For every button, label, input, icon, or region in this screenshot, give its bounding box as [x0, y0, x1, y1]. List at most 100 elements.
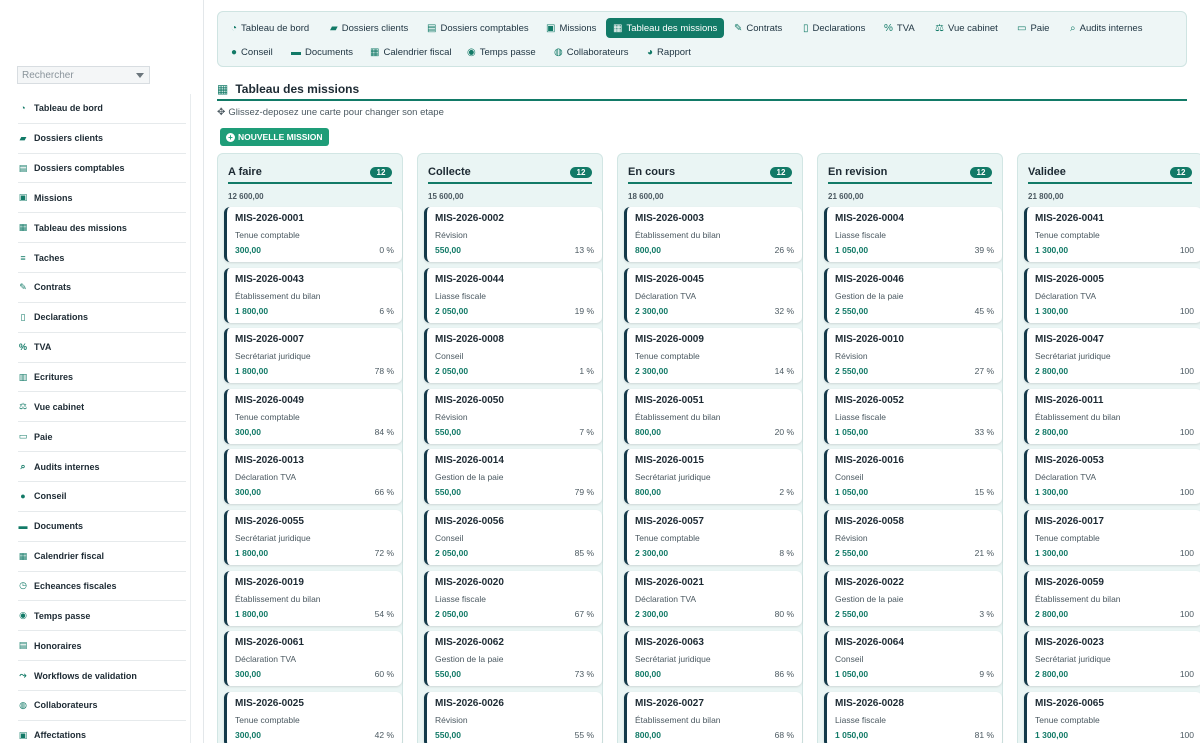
- sidebar-item-documents[interactable]: ▬ Documents: [18, 512, 186, 542]
- mission-card[interactable]: MIS-2026-0025 Tenue comptable 300,00 42 %: [224, 691, 402, 743]
- tab-vue-cabinet[interactable]: ⚖ Vue cabinet: [928, 18, 1005, 38]
- sidebar-item-dossiers-clients[interactable]: ▰ Dossiers clients: [18, 124, 186, 154]
- mission-card[interactable]: MIS-2026-0053 Déclaration TVA 1 300,00 100: [1024, 449, 1200, 505]
- mission-card[interactable]: MIS-2026-0023 Secrétariat juridique 2 800,…: [1024, 631, 1200, 687]
- sidebar-item-tva[interactable]: % TVA: [18, 333, 186, 363]
- mission-card[interactable]: MIS-2026-0055 Secrétariat juridique 1 800,…: [224, 510, 402, 565]
- mission-card[interactable]: MIS-2026-0005 Déclaration TVA 1 300,00 100: [1024, 267, 1200, 323]
- mission-type: Liasse fiscale: [435, 593, 487, 604]
- workflow-icon: ⤳: [19, 670, 27, 681]
- sidebar-item-ecritures[interactable]: ▥ Ecritures: [18, 363, 186, 393]
- mission-card[interactable]: MIS-2026-0052 Liasse fiscale 1 050,00 33 %: [824, 388, 1002, 444]
- mission-card[interactable]: MIS-2026-0046 Gestion de la paie 2 550,00 4…: [824, 267, 1002, 323]
- mission-type: Tenue comptable: [1035, 230, 1100, 240]
- mission-card[interactable]: MIS-2026-0010 Révision 2 550,00 27 %: [824, 328, 1002, 384]
- sidebar-item-declarations[interactable]: ▯ Declarations: [18, 303, 186, 333]
- sidebar-item-paie[interactable]: ▭ Paie: [18, 422, 186, 453]
- sidebar-item-taches[interactable]: ≡ Taches: [18, 243, 186, 274]
- mission-card[interactable]: MIS-2026-0001 Tenue comptable 300,00 0 %: [224, 207, 402, 262]
- sidebar-item-workflows-de-validation[interactable]: ⤳ Workflows de validation: [18, 661, 186, 691]
- search-icon: ⌕: [1070, 22, 1076, 34]
- sidebar: Rechercher ◔ Tableau de bord ▰ Dossiers cli…: [0, 0, 204, 743]
- sidebar-item-dossiers-comptables[interactable]: ▤ Dossiers comptables: [18, 154, 186, 184]
- sidebar-item-vue-cabinet[interactable]: ⚖ Vue cabinet: [18, 393, 186, 423]
- tab-tableau-des-missions[interactable]: ▦ Tableau des missions: [606, 18, 725, 38]
- sidebar-item-affectations[interactable]: ▣ Affectations: [18, 721, 186, 743]
- tab-documents[interactable]: ▬ Documents: [284, 42, 360, 62]
- mission-card[interactable]: MIS-2026-0063 Secrétariat juridique 800,00…: [624, 631, 802, 687]
- new-mission-button[interactable]: + NOUVELLE MISSION: [220, 128, 329, 146]
- mission-card[interactable]: MIS-2026-0065 Tenue comptable 1 300,00 100: [1024, 691, 1200, 743]
- tab-declarations[interactable]: ▯ Declarations: [796, 18, 872, 38]
- mission-id: MIS-2026-0047: [1035, 334, 1104, 346]
- mission-card[interactable]: MIS-2026-0011 Établissement du bilan 2 800…: [1024, 388, 1200, 444]
- tab-dossiers-comptables[interactable]: ▤ Dossiers comptables: [420, 18, 536, 38]
- mission-card[interactable]: MIS-2026-0027 Établissement du bilan 800,0…: [624, 691, 802, 743]
- tab-tableau-de-bord[interactable]: ◔ Tableau de bord: [224, 18, 316, 38]
- tab-collaborateurs[interactable]: ◍ Collaborateurs: [547, 42, 636, 62]
- mission-card[interactable]: MIS-2026-0051 Établissement du bilan 800,0…: [624, 388, 802, 444]
- tab-contrats[interactable]: ✎ Contrats: [727, 18, 789, 38]
- mission-card[interactable]: MIS-2026-0047 Secrétariat juridique 2 800,…: [1024, 328, 1200, 384]
- mission-id: MIS-2026-0007: [235, 334, 304, 346]
- mission-card[interactable]: MIS-2026-0064 Conseil 1 050,00 9 %: [824, 631, 1002, 687]
- tab-temps-passe[interactable]: ◉ Temps passe: [460, 42, 543, 62]
- mission-card[interactable]: MIS-2026-0008 Conseil 2 050,00 1 %: [424, 328, 602, 384]
- top-nav: ◔ Tableau de bord ▰ Dossiers clients ▤ Dossie…: [217, 11, 1187, 67]
- sidebar-item-echeances-fiscales[interactable]: ◷ Echeances fiscales: [18, 572, 186, 602]
- mission-card[interactable]: MIS-2026-0022 Gestion de la paie 2 550,00 3…: [824, 570, 1002, 626]
- sidebar-item-temps-passe[interactable]: ◉ Temps passe: [18, 601, 186, 632]
- mission-card[interactable]: MIS-2026-0019 Établissement du bilan 1 800…: [224, 570, 402, 626]
- mission-card[interactable]: MIS-2026-0007 Secrétariat juridique 1 800,…: [224, 328, 402, 384]
- tab-dossiers-clients[interactable]: ▰ Dossiers clients: [323, 18, 415, 38]
- mission-card[interactable]: MIS-2026-0059 Établissement du bilan 2 800…: [1024, 570, 1200, 626]
- mission-progress: 54 %: [374, 608, 394, 619]
- mission-progress: 26 %: [774, 245, 794, 255]
- mission-card[interactable]: MIS-2026-0004 Liasse fiscale 1 050,00 39 %: [824, 207, 1002, 262]
- tab-label: Collaborateurs: [566, 46, 629, 58]
- search-select[interactable]: Rechercher: [17, 66, 150, 84]
- tab-missions[interactable]: ▣ Missions: [539, 18, 603, 38]
- mission-card[interactable]: MIS-2026-0057 Tenue comptable 2 300,00 8 %: [624, 510, 802, 565]
- sidebar-item-contrats[interactable]: ✎ Contrats: [18, 273, 186, 303]
- sidebar-item-honoraires[interactable]: ▤ Honoraires: [18, 631, 186, 662]
- mission-card[interactable]: MIS-2026-0003 Établissement du bilan 800,0…: [624, 207, 802, 262]
- mission-card[interactable]: MIS-2026-0026 Révision 550,00 55 %: [424, 691, 602, 743]
- tab-paie[interactable]: ▭ Paie: [1010, 18, 1056, 38]
- mission-card[interactable]: MIS-2026-0062 Gestion de la paie 550,00 73 …: [424, 631, 602, 687]
- mission-card[interactable]: MIS-2026-0016 Conseil 1 050,00 15 %: [824, 449, 1002, 505]
- mission-card[interactable]: MIS-2026-0044 Liasse fiscale 2 050,00 19 %: [424, 267, 602, 323]
- mission-card[interactable]: MIS-2026-0056 Conseil 2 050,00 85 %: [424, 510, 602, 565]
- mission-card[interactable]: MIS-2026-0061 Déclaration TVA 300,00 60 %: [224, 631, 402, 687]
- sidebar-item-calendrier-fiscal[interactable]: ▦ Calendrier fiscal: [18, 542, 186, 572]
- tab-tva[interactable]: % TVA: [877, 18, 922, 38]
- tab-conseil[interactable]: ● Conseil: [224, 42, 280, 62]
- mission-card[interactable]: MIS-2026-0043 Établissement du bilan 1 800…: [224, 267, 402, 323]
- tab-calendrier-fiscal[interactable]: ▦ Calendrier fiscal: [363, 42, 459, 62]
- sidebar-item-collaborateurs[interactable]: ◍ Collaborateurs: [18, 691, 186, 721]
- mission-card[interactable]: MIS-2026-0058 Révision 2 550,00 21 %: [824, 510, 1002, 565]
- mission-card[interactable]: MIS-2026-0002 Révision 550,00 13 %: [424, 207, 602, 262]
- sidebar-item-label: Ecritures: [34, 372, 74, 383]
- mission-card[interactable]: MIS-2026-0017 Tenue comptable 1 300,00 100: [1024, 510, 1200, 565]
- sidebar-item-tableau-des-missions[interactable]: ▦ Tableau des missions: [18, 213, 186, 244]
- sidebar-item-conseil[interactable]: ● Conseil: [18, 482, 186, 512]
- tab-audits-internes[interactable]: ⌕ Audits internes: [1063, 18, 1149, 38]
- mission-amount: 2 050,00: [435, 548, 469, 558]
- sidebar-item-audits-internes[interactable]: ⌕ Audits internes: [18, 452, 186, 482]
- mission-card[interactable]: MIS-2026-0015 Secrétariat juridique 800,00…: [624, 449, 802, 505]
- mission-card[interactable]: MIS-2026-0028 Liasse fiscale 1 050,00 81 %: [824, 691, 1002, 743]
- mission-card[interactable]: MIS-2026-0014 Gestion de la paie 550,00 79 …: [424, 449, 602, 505]
- mission-card[interactable]: MIS-2026-0050 Révision 550,00 7 %: [424, 388, 602, 444]
- mission-card[interactable]: MIS-2026-0009 Tenue comptable 2 300,00 14 %: [624, 328, 802, 384]
- mission-card[interactable]: MIS-2026-0049 Tenue comptable 300,00 84 %: [224, 388, 402, 444]
- sidebar-item-missions[interactable]: ▣ Missions: [18, 184, 186, 214]
- tab-rapport[interactable]: ◕ Rapport: [640, 42, 698, 62]
- mission-type: Tenue comptable: [235, 230, 300, 240]
- mission-card[interactable]: MIS-2026-0013 Déclaration TVA 300,00 66 %: [224, 449, 402, 505]
- sidebar-item-tableau-de-bord[interactable]: ◔ Tableau de bord: [18, 94, 186, 124]
- mission-card[interactable]: MIS-2026-0021 Déclaration TVA 2 300,00 80 %: [624, 570, 802, 626]
- mission-card[interactable]: MIS-2026-0045 Déclaration TVA 2 300,00 32 %: [624, 267, 802, 323]
- mission-card[interactable]: MIS-2026-0020 Liasse fiscale 2 050,00 67 %: [424, 570, 602, 626]
- mission-card[interactable]: MIS-2026-0041 Tenue comptable 1 300,00 100: [1024, 207, 1200, 262]
